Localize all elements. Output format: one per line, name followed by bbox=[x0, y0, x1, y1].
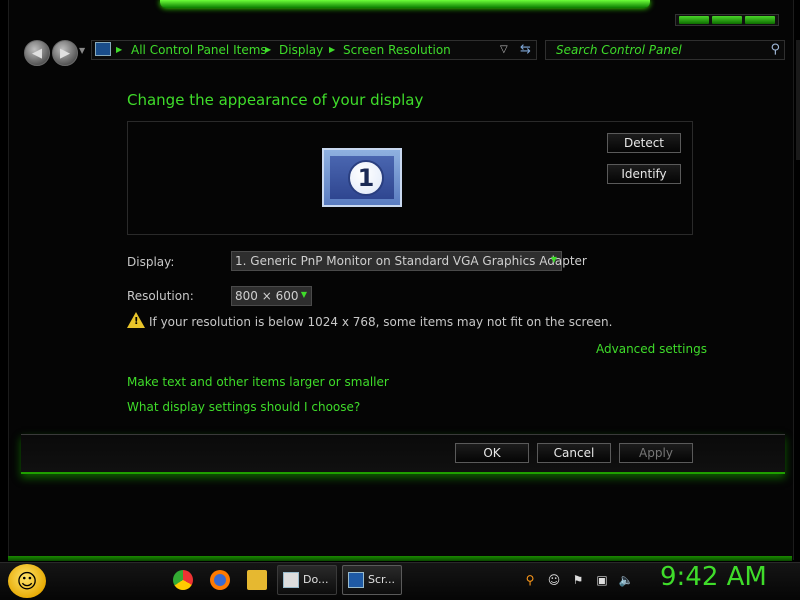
volume-icon[interactable]: 🔈 bbox=[618, 572, 634, 588]
arrow-right-icon: ▶ bbox=[60, 45, 70, 61]
back-button[interactable]: ◀ bbox=[24, 40, 50, 66]
search-icon[interactable]: ⚲ bbox=[770, 42, 780, 57]
resolution-select[interactable]: 800 × 600 ▼ bbox=[231, 286, 312, 306]
resolution-warning: If your resolution is below 1024 x 768, … bbox=[149, 315, 613, 329]
display-select[interactable]: 1. Generic PnP Monitor on Standard VGA G… bbox=[231, 251, 587, 271]
action-center-flag-icon[interactable]: ⚑ bbox=[570, 572, 586, 588]
start-button[interactable]: ☺ bbox=[8, 564, 46, 598]
recent-pages-chevron-icon[interactable]: ▼ bbox=[79, 46, 85, 55]
resolution-label: Resolution: bbox=[127, 289, 194, 303]
detect-button[interactable]: Detect bbox=[607, 133, 681, 153]
monitor-icon[interactable]: 1 bbox=[322, 148, 402, 207]
taskbar-task-screen-resolution[interactable]: Scr... bbox=[342, 565, 402, 595]
task-label: Scr... bbox=[368, 573, 396, 586]
refresh-icon[interactable]: ⇆ bbox=[520, 42, 531, 57]
firefox-icon[interactable] bbox=[210, 570, 230, 590]
network-icon[interactable]: ▣ bbox=[594, 572, 610, 588]
display-select-value: 1. Generic PnP Monitor on Standard VGA G… bbox=[235, 254, 587, 268]
larger-text-link[interactable]: Make text and other items larger or smal… bbox=[127, 375, 389, 389]
chrome-icon[interactable] bbox=[173, 570, 193, 590]
breadcrumb-screen-resolution[interactable]: Screen Resolution bbox=[343, 43, 451, 57]
window-frame bbox=[8, 0, 794, 560]
search-box[interactable]: Search Control Panel ⚲ bbox=[545, 40, 785, 60]
clock[interactable]: 9:42 AM bbox=[660, 562, 767, 592]
messenger-icon[interactable]: ☺ bbox=[546, 572, 562, 588]
warning-exclamation: ! bbox=[134, 316, 139, 327]
ok-button[interactable]: OK bbox=[455, 443, 529, 463]
advanced-settings-link[interactable]: Advanced settings bbox=[596, 342, 707, 356]
monitor-number: 1 bbox=[348, 160, 384, 196]
forward-button[interactable]: ▶ bbox=[52, 40, 78, 66]
cancel-button[interactable]: Cancel bbox=[537, 443, 611, 463]
chevron-down-icon: ▼ bbox=[300, 290, 307, 299]
folder-icon[interactable] bbox=[247, 570, 267, 590]
breadcrumb-separator-icon[interactable]: ▶ bbox=[265, 45, 271, 54]
minimize-button[interactable] bbox=[679, 16, 709, 24]
breadcrumb-all-items[interactable]: All Control Panel Items bbox=[131, 43, 267, 57]
address-bar[interactable]: ▶ All Control Panel Items ▶ Display ▶ Sc… bbox=[91, 40, 537, 60]
task-label: Do... bbox=[303, 573, 329, 586]
display-icon bbox=[348, 572, 364, 588]
monitor-screen: 1 bbox=[330, 156, 394, 199]
breadcrumb-separator-icon[interactable]: ▶ bbox=[329, 45, 335, 54]
breadcrumb-separator-icon[interactable]: ▶ bbox=[116, 45, 122, 54]
chevron-down-icon: ▼ bbox=[550, 255, 557, 264]
resolution-select-value: 800 × 600 bbox=[235, 289, 299, 303]
page-title: Change the appearance of your display bbox=[127, 91, 424, 109]
display-help-link[interactable]: What display settings should I choose? bbox=[127, 400, 360, 414]
document-icon bbox=[283, 572, 299, 588]
close-button[interactable] bbox=[745, 16, 775, 24]
control-panel-icon bbox=[95, 42, 111, 56]
window-bottom-glow bbox=[8, 556, 792, 561]
caption-buttons[interactable] bbox=[675, 14, 779, 26]
search-input[interactable]: Search Control Panel bbox=[556, 43, 682, 57]
arrow-left-icon: ◀ bbox=[32, 45, 42, 61]
maximize-button[interactable] bbox=[712, 16, 742, 24]
screen: ◀ ▶ ▼ ▶ All Control Panel Items ▶ Displa… bbox=[0, 0, 800, 600]
taskbar-task-document[interactable]: Do... bbox=[277, 565, 337, 595]
address-dropdown-icon[interactable]: ▽ bbox=[500, 44, 508, 55]
search-icon[interactable]: ⚲ bbox=[522, 572, 538, 588]
smiley-icon: ☺ bbox=[16, 569, 38, 593]
display-label: Display: bbox=[127, 255, 175, 269]
apply-button[interactable]: Apply bbox=[619, 443, 693, 463]
identify-button[interactable]: Identify bbox=[607, 164, 681, 184]
desktop-edge bbox=[796, 40, 800, 160]
title-bar-glow bbox=[160, 0, 650, 8]
breadcrumb-display[interactable]: Display bbox=[279, 43, 323, 57]
